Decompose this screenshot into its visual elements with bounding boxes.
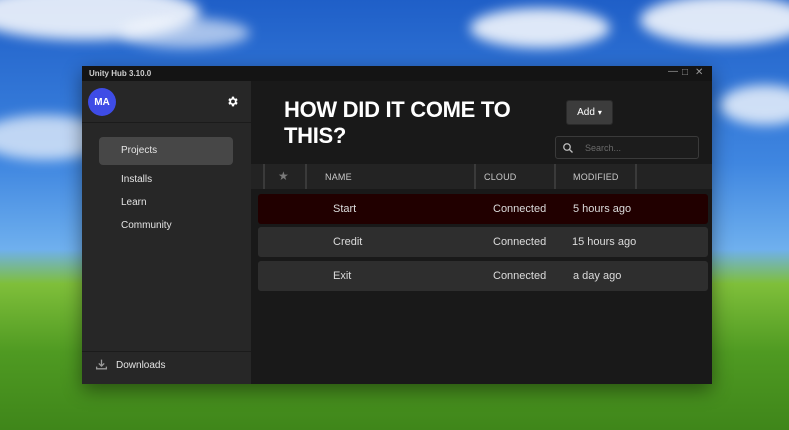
desktop-cloud [470, 8, 610, 48]
project-name: Start [333, 203, 357, 215]
project-modified: 5 hours ago [573, 203, 632, 215]
search-icon [563, 143, 573, 153]
avatar[interactable]: MA [88, 88, 116, 116]
title-bar[interactable]: Unity Hub 3.10.0 — □ ✕ [82, 66, 712, 81]
sidebar-item-projects-label[interactable]: Projects [121, 145, 157, 156]
column-divider [554, 164, 556, 189]
desktop-cloud [640, 0, 789, 45]
chevron-down-icon: ▾ [597, 108, 602, 117]
window-title: Unity Hub 3.10.0 [89, 69, 152, 78]
column-divider [305, 164, 307, 189]
sidebar-item-projects[interactable] [99, 137, 233, 165]
sidebar: MA Projects Installs Learn Community Dow… [82, 81, 251, 384]
project-modified: a day ago [573, 270, 622, 282]
desktop-cloud [120, 18, 250, 48]
project-cloud-status: Connected [493, 236, 547, 248]
download-icon[interactable] [95, 358, 108, 371]
column-header-name[interactable]: NAME [325, 172, 352, 182]
projects-panel: HOW DID IT COME TO THIS? Add ▾ ★ NAME CL… [251, 81, 712, 384]
star-icon[interactable]: ★ [278, 169, 289, 183]
add-project-button[interactable]: Add ▾ [566, 100, 613, 125]
table-row[interactable]: Exit Connected a day ago [258, 261, 708, 291]
column-header-modified[interactable]: MODIFIED [573, 172, 619, 182]
sidebar-item-installs[interactable]: Installs [121, 174, 152, 185]
downloads-link[interactable]: Downloads [116, 360, 165, 371]
column-divider [635, 164, 637, 189]
unity-hub-window: Unity Hub 3.10.0 — □ ✕ MA Projects Insta… [82, 66, 712, 384]
table-row[interactable]: Credit Connected 15 hours ago [258, 227, 708, 257]
project-cloud-status: Connected [493, 270, 547, 282]
project-modified: 15 hours ago [572, 236, 637, 248]
minimize-button[interactable]: — [668, 66, 678, 78]
column-divider [474, 164, 476, 189]
table-header: ★ NAME CLOUD MODIFIED [251, 164, 712, 189]
gear-icon[interactable] [226, 95, 239, 108]
project-name: Exit [333, 270, 352, 282]
page-title: HOW DID IT COME TO THIS? [284, 97, 511, 148]
add-button-label: Add [577, 107, 595, 118]
sidebar-divider [82, 122, 251, 123]
search-box[interactable] [555, 136, 699, 159]
table-row[interactable]: Start Connected 5 hours ago [258, 194, 708, 224]
desktop-cloud [720, 85, 789, 125]
project-cloud-status: Connected [493, 203, 547, 215]
sidebar-item-community[interactable]: Community [121, 220, 172, 231]
close-button[interactable]: ✕ [695, 67, 703, 79]
column-divider [263, 164, 265, 189]
sidebar-item-learn[interactable]: Learn [121, 197, 147, 208]
sidebar-divider [82, 351, 251, 352]
search-input[interactable] [585, 140, 693, 155]
column-header-cloud[interactable]: CLOUD [484, 172, 517, 182]
maximize-button[interactable]: □ [682, 67, 688, 79]
project-name: Credit [333, 236, 363, 248]
